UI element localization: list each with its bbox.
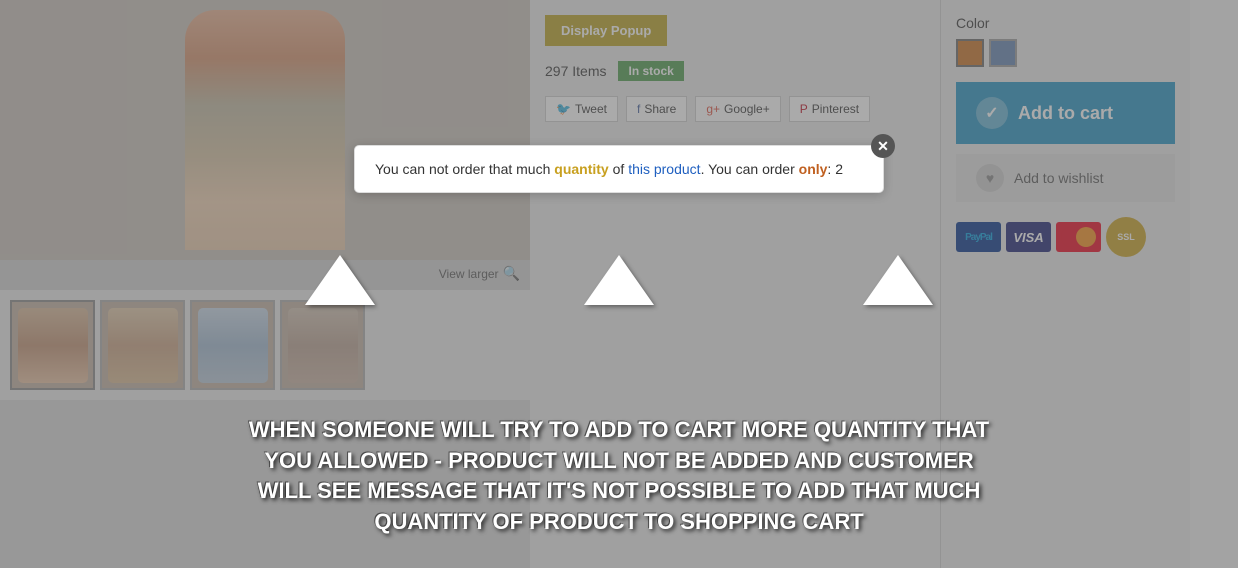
- popup-highlight-quantity: quantity: [554, 161, 608, 177]
- popup-message: You can not order that much quantity of …: [375, 161, 843, 177]
- popup-text-part2: of: [609, 161, 628, 177]
- arrow-right: [863, 255, 933, 305]
- popup-product-link[interactable]: this product: [628, 161, 700, 177]
- popup-notification: ✕ You can not order that much quantity o…: [354, 145, 884, 193]
- overlay: ✕ You can not order that much quantity o…: [0, 0, 1238, 568]
- popup-text-part1: You can not order that much: [375, 161, 554, 177]
- explanation-line1: WHEN SOMEONE WILL TRY TO ADD TO CART MOR…: [80, 415, 1158, 446]
- arrows-row: [0, 255, 1238, 305]
- popup-only-label: only: [799, 161, 828, 177]
- arrow-center: [584, 255, 654, 305]
- bottom-explanation-text: WHEN SOMEONE WILL TRY TO ADD TO CART MOR…: [0, 415, 1238, 538]
- explanation-line4: QUANTITY OF PRODUCT TO SHOPPING CART: [80, 507, 1158, 538]
- arrow-left: [305, 255, 375, 305]
- popup-text-part3: . You can order: [701, 161, 799, 177]
- explanation-line2: YOU ALLOWED - PRODUCT WILL NOT BE ADDED …: [80, 446, 1158, 477]
- popup-close-button[interactable]: ✕: [871, 134, 895, 158]
- explanation-line3: WILL SEE MESSAGE THAT IT'S NOT POSSIBLE …: [80, 476, 1158, 507]
- popup-number: : 2: [827, 161, 843, 177]
